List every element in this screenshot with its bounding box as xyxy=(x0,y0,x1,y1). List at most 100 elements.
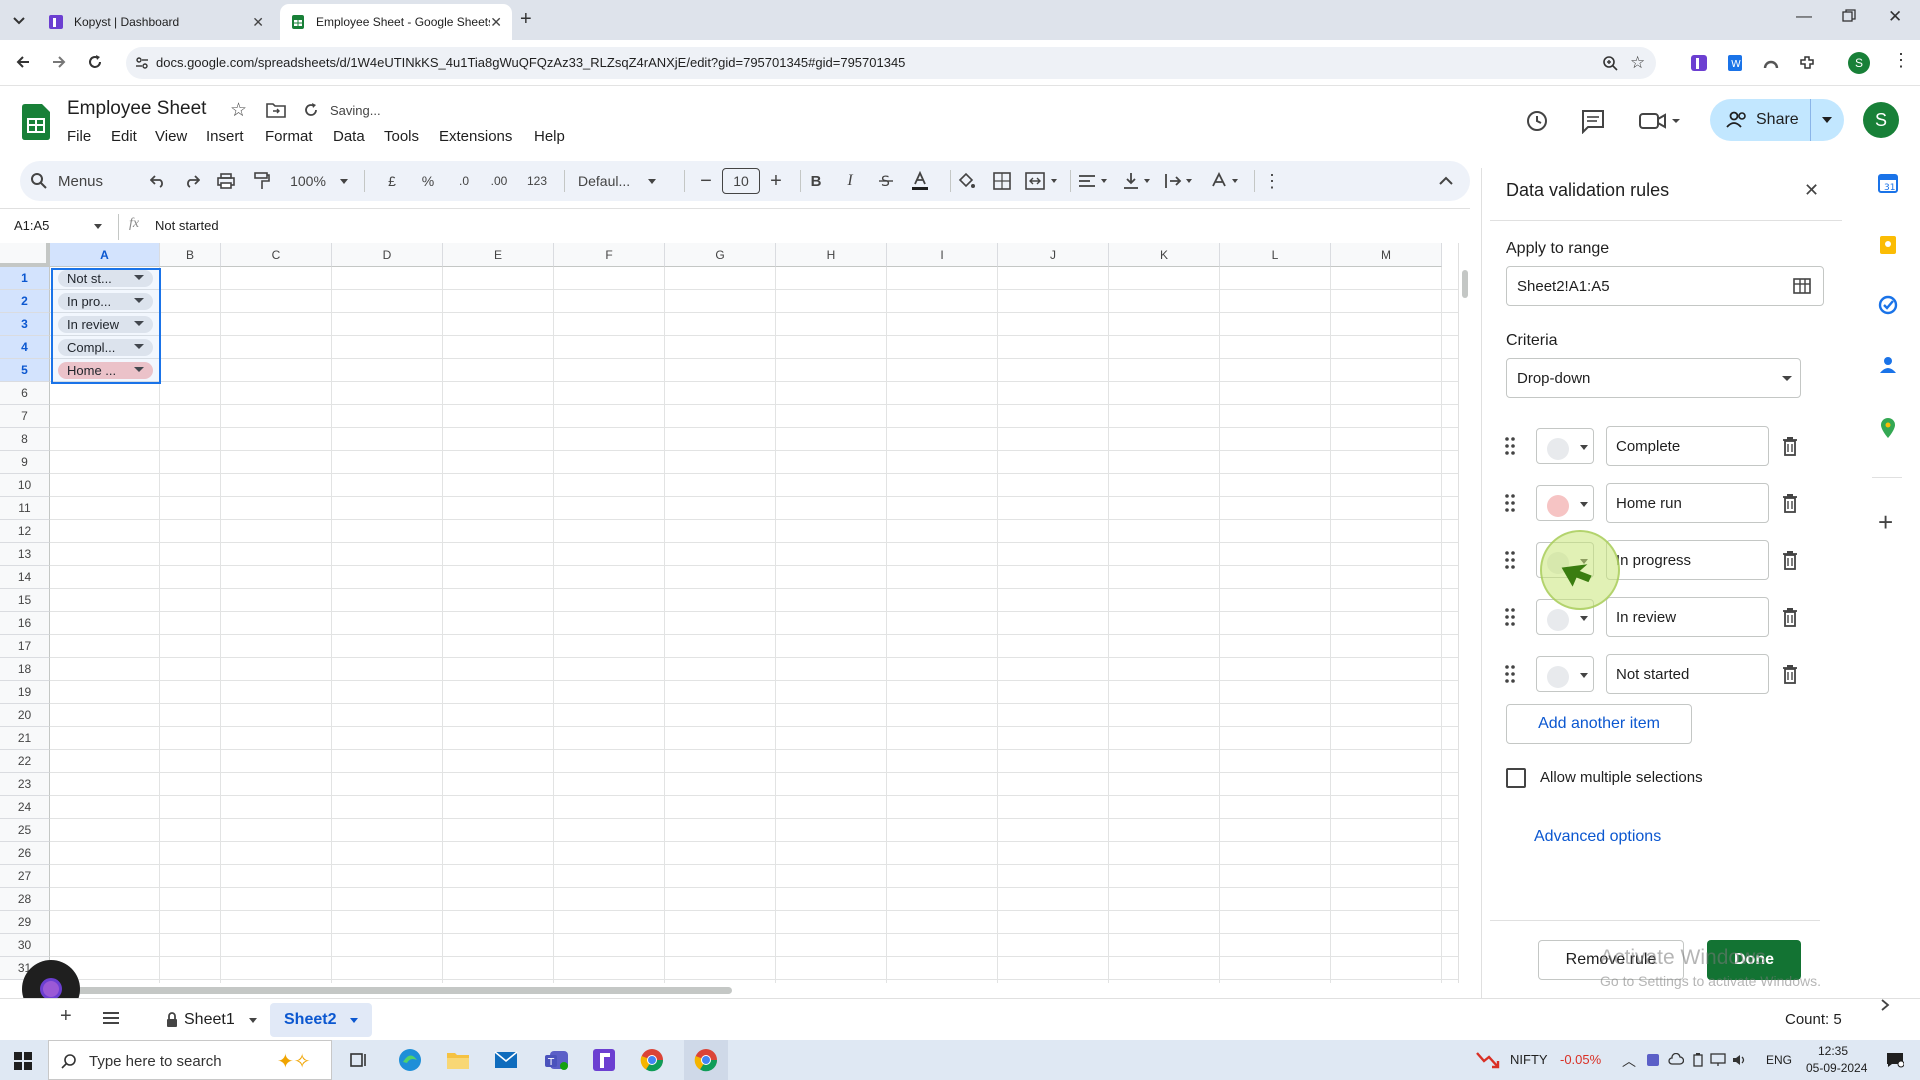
collapse-menus-icon[interactable] xyxy=(1432,161,1460,201)
item-color-picker[interactable] xyxy=(1536,656,1594,692)
name-box-dropdown-icon[interactable] xyxy=(94,224,102,229)
range-field[interactable]: Sheet2!A1:A5 xyxy=(1506,266,1824,306)
star-icon[interactable]: ☆ xyxy=(230,99,247,122)
tasks-icon[interactable] xyxy=(1878,295,1898,315)
column-header[interactable]: K xyxy=(1109,243,1220,267)
row-header[interactable]: 14 xyxy=(0,566,50,589)
search-menus-button[interactable]: Menus xyxy=(30,161,140,201)
dropdown-chip[interactable]: Not st... xyxy=(58,270,153,287)
extensions-puzzle-icon[interactable] xyxy=(1798,54,1816,72)
row-header[interactable]: 12 xyxy=(0,520,50,543)
menu-extensions[interactable]: Extensions xyxy=(439,128,512,145)
item-value-field[interactable]: Home run xyxy=(1606,483,1769,523)
teams-icon[interactable]: T xyxy=(544,1048,570,1072)
tab-kopyst[interactable]: Kopyst | Dashboard ✕ xyxy=(38,4,274,40)
menu-help[interactable]: Help xyxy=(534,128,565,145)
font-size-field[interactable]: 10 xyxy=(722,161,760,201)
network-icon[interactable] xyxy=(1710,1053,1726,1067)
reload-icon[interactable] xyxy=(86,53,104,71)
select-all-corner[interactable] xyxy=(0,243,50,267)
close-tab-icon[interactable]: ✕ xyxy=(252,14,264,31)
column-header[interactable]: G xyxy=(665,243,776,267)
browser-menu-icon[interactable]: ⋮ xyxy=(1892,50,1910,71)
italic-button[interactable]: I xyxy=(836,161,864,201)
row-header[interactable]: 20 xyxy=(0,704,50,727)
meet-icon[interactable] xyxy=(1638,108,1682,134)
borders-icon[interactable] xyxy=(988,161,1016,201)
undo-icon[interactable] xyxy=(144,161,172,201)
row-header[interactable]: 28 xyxy=(0,888,50,911)
menu-edit[interactable]: Edit xyxy=(111,128,137,145)
column-header[interactable]: I xyxy=(887,243,998,267)
site-info-icon[interactable] xyxy=(134,55,150,71)
row-header[interactable]: 18 xyxy=(0,658,50,681)
tab-search-chevron-icon[interactable] xyxy=(10,11,28,29)
item-color-picker[interactable] xyxy=(1536,428,1594,464)
maps-icon[interactable] xyxy=(1878,417,1898,439)
dropdown-chip[interactable]: Compl... xyxy=(58,339,153,356)
column-header[interactable]: D xyxy=(332,243,443,267)
selection-count[interactable]: Count: 5 xyxy=(1785,1011,1842,1028)
advanced-options-toggle[interactable]: Advanced options xyxy=(1534,828,1661,846)
strikethrough-icon[interactable]: S xyxy=(872,161,900,201)
chrome-icon[interactable] xyxy=(640,1048,664,1072)
allow-multiple-checkbox[interactable] xyxy=(1506,768,1526,788)
extension-arc-icon[interactable] xyxy=(1762,54,1780,72)
row-header[interactable]: 1 xyxy=(0,267,50,290)
close-window-icon[interactable]: ✕ xyxy=(1888,7,1902,27)
drag-handle-icon[interactable] xyxy=(1504,664,1516,684)
version-history-icon[interactable] xyxy=(1524,108,1550,134)
row-header[interactable]: 30 xyxy=(0,934,50,957)
chrome-active-taskbar-item[interactable] xyxy=(684,1040,728,1080)
item-color-picker[interactable] xyxy=(1536,485,1594,521)
number-format-button[interactable]: 123 xyxy=(522,161,552,201)
delete-item-icon[interactable] xyxy=(1782,493,1798,513)
taskbar-search-box[interactable]: Type here to search ✦✧ xyxy=(48,1040,332,1080)
horizontal-scrollbar[interactable] xyxy=(50,983,1458,997)
percent-button[interactable]: % xyxy=(416,161,440,201)
move-folder-icon[interactable] xyxy=(266,102,286,118)
increase-decimal-button[interactable]: .00 xyxy=(484,161,514,201)
sheet-tab-sheet2[interactable]: Sheet2 xyxy=(270,1003,373,1037)
clock-date[interactable]: 05-09-2024 xyxy=(1806,1061,1867,1075)
row-header[interactable]: 19 xyxy=(0,681,50,704)
increase-font-size-icon[interactable]: + xyxy=(762,161,790,201)
notifications-icon[interactable] xyxy=(1886,1052,1904,1068)
all-sheets-icon[interactable] xyxy=(102,1011,120,1025)
share-button[interactable]: Share xyxy=(1710,99,1844,141)
sheet-tab-menu-icon[interactable] xyxy=(248,1017,257,1023)
vertical-scrollbar[interactable] xyxy=(1458,243,1470,983)
delete-item-icon[interactable] xyxy=(1782,436,1798,456)
drag-handle-icon[interactable] xyxy=(1504,436,1516,456)
row-header[interactable]: 26 xyxy=(0,842,50,865)
document-title[interactable]: Employee Sheet xyxy=(67,98,206,120)
windows-start-icon[interactable] xyxy=(14,1052,32,1070)
back-icon[interactable] xyxy=(14,53,32,71)
menu-tools[interactable]: Tools xyxy=(384,128,419,145)
delete-item-icon[interactable] xyxy=(1782,550,1798,570)
account-avatar[interactable]: S xyxy=(1863,102,1899,138)
bold-button[interactable]: B xyxy=(802,161,830,201)
language-indicator[interactable]: ENG xyxy=(1766,1053,1792,1067)
dropdown-chip[interactable]: Home ... xyxy=(58,362,153,379)
decrease-font-size-icon[interactable]: − xyxy=(692,161,720,201)
battery-icon[interactable] xyxy=(1692,1053,1704,1067)
select-range-grid-icon[interactable] xyxy=(1793,278,1811,294)
column-header[interactable]: F xyxy=(554,243,665,267)
clock-time[interactable]: 12:35 xyxy=(1818,1044,1848,1058)
row-header[interactable]: 2 xyxy=(0,290,50,313)
comments-icon[interactable] xyxy=(1580,108,1606,134)
row-header[interactable]: 10 xyxy=(0,474,50,497)
drag-handle-icon[interactable] xyxy=(1504,607,1516,627)
ticker-change[interactable]: -0.05% xyxy=(1560,1052,1601,1067)
kopyst-taskbar-icon[interactable] xyxy=(592,1048,616,1072)
spreadsheet-grid[interactable]: ABCDEFGHIJKLM 1 2 3 4 5 6 7 8 9 10 11 12 13 14 15 16 17 1… xyxy=(0,243,1458,983)
row-header[interactable]: 8 xyxy=(0,428,50,451)
row-header[interactable]: 22 xyxy=(0,750,50,773)
add-another-item-button[interactable]: Add another item xyxy=(1506,704,1692,744)
get-addons-icon[interactable]: + xyxy=(1878,507,1893,538)
task-view-icon[interactable] xyxy=(350,1051,368,1069)
sheet-tab-menu-icon[interactable] xyxy=(350,1017,359,1023)
sheet-tab-sheet1[interactable]: Sheet1 xyxy=(156,1003,267,1037)
item-value-field[interactable]: Complete xyxy=(1606,426,1769,466)
